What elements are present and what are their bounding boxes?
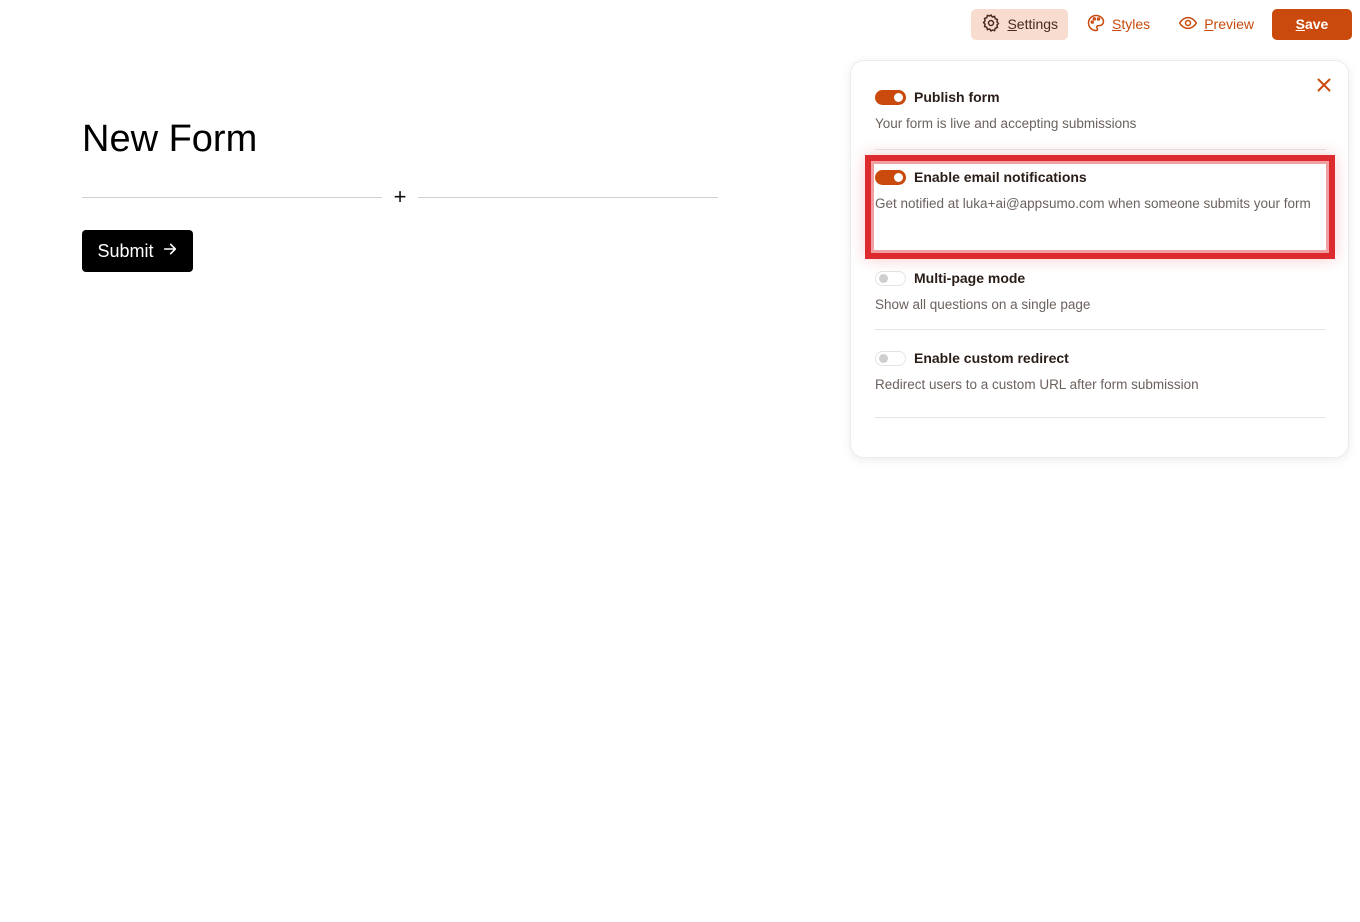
eye-icon (1178, 13, 1198, 36)
top-toolbar: Settings Styles Preview Save (971, 8, 1352, 40)
submit-button[interactable]: Submit (82, 230, 193, 272)
setting-title: Multi-page mode (914, 270, 1026, 286)
divider-right (418, 197, 718, 198)
multi-page-mode-toggle[interactable] (875, 270, 906, 286)
setting-email-notifications: Enable email notifications Get notified … (875, 167, 1326, 214)
preview-label: Preview (1204, 16, 1254, 32)
setting-description: Show all questions on a single page (875, 297, 1091, 312)
setting-custom-redirect: Enable custom redirect Redirect users to… (875, 348, 1326, 395)
styles-label: Styles (1112, 16, 1151, 32)
divider (875, 329, 1326, 330)
setting-title: Enable custom redirect (914, 350, 1069, 366)
divider (875, 149, 1326, 150)
settings-label: Settings (1007, 16, 1059, 32)
add-question-row: + (82, 186, 718, 208)
palette-icon (1086, 13, 1106, 36)
save-button[interactable]: Save (1272, 8, 1352, 40)
divider-left (82, 197, 382, 198)
form-title[interactable]: New Form (82, 118, 257, 161)
setting-title: Enable email notifications (914, 169, 1087, 185)
custom-redirect-toggle[interactable] (875, 350, 906, 366)
arrow-right-icon (162, 241, 178, 262)
settings-panel: Publish form Your form is live and accep… (850, 60, 1349, 458)
email-notifications-toggle[interactable] (875, 169, 906, 185)
save-label: Save (1295, 16, 1329, 32)
styles-button[interactable]: Styles (1076, 9, 1160, 40)
setting-description: Redirect users to a custom URL after for… (875, 377, 1199, 392)
setting-description: Get notified at luka+ai@appsumo.com when… (875, 196, 1311, 211)
divider (875, 417, 1326, 418)
gear-icon (981, 13, 1001, 36)
setting-description: Your form is live and accepting submissi… (875, 116, 1137, 131)
settings-button[interactable]: Settings (971, 8, 1069, 40)
publish-form-toggle[interactable] (875, 89, 906, 105)
setting-title: Publish form (914, 89, 1000, 105)
plus-icon[interactable]: + (390, 186, 410, 208)
submit-label: Submit (97, 240, 154, 261)
setting-publish-form: Publish form Your form is live and accep… (875, 87, 1326, 134)
setting-multi-page-mode: Multi-page mode Show all questions on a … (875, 268, 1326, 315)
preview-button[interactable]: Preview (1168, 9, 1264, 40)
